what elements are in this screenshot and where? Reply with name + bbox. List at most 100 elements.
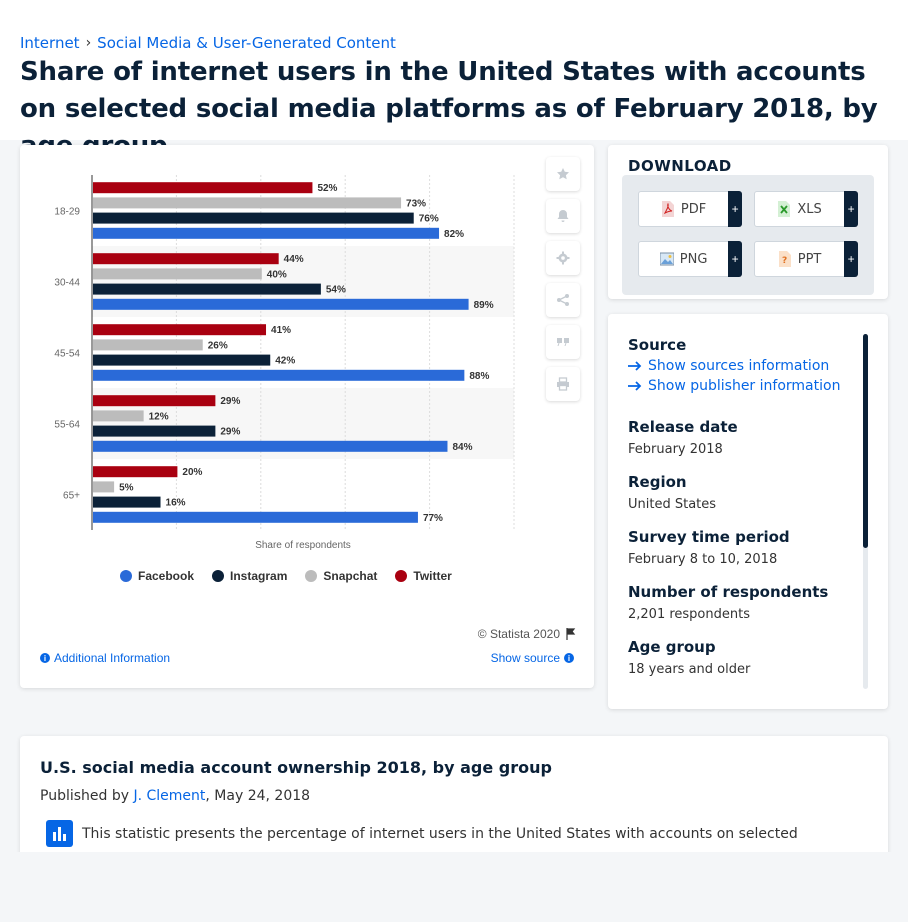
region-heading: Region bbox=[628, 473, 687, 491]
survey-heading: Survey time period bbox=[628, 528, 790, 546]
download-png-label: PNG bbox=[679, 251, 708, 267]
download-pdf-plus[interactable]: + bbox=[728, 191, 742, 227]
download-ppt-button[interactable]: ? PPT + bbox=[754, 241, 858, 277]
data-label: 20% bbox=[182, 467, 202, 478]
data-label: 41% bbox=[271, 325, 291, 336]
author-link[interactable]: J. Clement bbox=[133, 788, 205, 804]
favorite-button[interactable] bbox=[546, 157, 580, 191]
legend-item-snapchat[interactable]: Snapchat bbox=[305, 569, 377, 583]
published-by-label: Published by bbox=[40, 788, 130, 804]
star-icon bbox=[557, 168, 569, 180]
download-xls-button[interactable]: XLS + bbox=[754, 191, 858, 227]
data-label: 40% bbox=[267, 269, 287, 280]
region-value: United States bbox=[628, 497, 717, 512]
category-label: 65+ bbox=[63, 491, 80, 502]
settings-button[interactable] bbox=[546, 241, 580, 275]
copyright-text: © Statista 2020 bbox=[477, 627, 560, 641]
additional-info-link[interactable]: i Additional Information bbox=[40, 651, 170, 665]
print-button[interactable] bbox=[546, 367, 580, 401]
data-label: 29% bbox=[220, 427, 240, 438]
chart-tools bbox=[546, 157, 580, 401]
bar-instagram bbox=[93, 354, 271, 366]
legend-item-facebook[interactable]: Facebook bbox=[120, 569, 194, 583]
survey-section: Survey time period February 8 to 10, 201… bbox=[628, 528, 790, 567]
respondents-heading: Number of respondents bbox=[628, 583, 829, 601]
ppt-file-icon: ? bbox=[778, 251, 791, 267]
category-label: 55-64 bbox=[54, 420, 80, 431]
legend-dot-snapchat bbox=[305, 570, 318, 582]
bar-snapchat bbox=[93, 410, 144, 422]
data-label: 29% bbox=[220, 396, 240, 407]
data-label: 42% bbox=[275, 356, 295, 367]
bar-facebook bbox=[93, 369, 465, 381]
source-heading: Source bbox=[628, 336, 687, 354]
cite-button[interactable] bbox=[546, 325, 580, 359]
legend-item-instagram[interactable]: Instagram bbox=[212, 569, 287, 583]
survey-value: February 8 to 10, 2018 bbox=[628, 552, 778, 567]
data-label: 77% bbox=[423, 513, 443, 524]
bar-facebook bbox=[93, 227, 440, 239]
show-publisher-link[interactable]: Show publisher information bbox=[628, 378, 840, 394]
bar-twitter bbox=[93, 324, 267, 336]
region-section: Region United States bbox=[628, 473, 716, 512]
share-button[interactable] bbox=[546, 283, 580, 317]
category-label: 45-54 bbox=[54, 349, 80, 360]
data-label: 54% bbox=[326, 285, 346, 296]
notify-button[interactable] bbox=[546, 199, 580, 233]
download-xls-label: XLS bbox=[797, 201, 822, 217]
download-pdf-label: PDF bbox=[680, 201, 707, 217]
breadcrumb-social-media[interactable]: Social Media & User-Generated Content bbox=[97, 34, 396, 52]
download-pdf-button[interactable]: PDF + bbox=[638, 191, 742, 227]
chart-legend: Facebook Instagram Snapchat Twitter bbox=[120, 569, 452, 583]
download-xls-plus[interactable]: + bbox=[844, 191, 858, 227]
data-label: 44% bbox=[284, 254, 304, 265]
download-png-button[interactable]: PNG + bbox=[638, 241, 742, 277]
breadcrumb-internet[interactable]: Internet bbox=[20, 34, 80, 52]
breadcrumb-separator: › bbox=[85, 35, 92, 51]
category-label: 18-29 bbox=[54, 207, 80, 218]
data-label: 52% bbox=[317, 183, 337, 194]
legend-dot-twitter bbox=[395, 570, 408, 582]
respondents-section: Number of respondents 2,201 respondents bbox=[628, 583, 828, 622]
respondents-value: 2,201 respondents bbox=[628, 607, 750, 622]
bar-twitter bbox=[93, 466, 178, 478]
show-source-link[interactable]: Show source i bbox=[491, 651, 574, 665]
release-value: February 2018 bbox=[628, 442, 723, 457]
data-label: 84% bbox=[452, 442, 472, 453]
download-title: DOWNLOAD bbox=[628, 157, 732, 175]
publish-date: , May 24, 2018 bbox=[205, 788, 311, 804]
download-png-plus[interactable]: + bbox=[728, 241, 742, 277]
legend-label-facebook: Facebook bbox=[138, 569, 195, 583]
svg-text:?: ? bbox=[782, 256, 787, 266]
bar-instagram bbox=[93, 496, 161, 508]
show-sources-label: Show sources information bbox=[648, 358, 830, 374]
download-ppt-plus[interactable]: + bbox=[844, 241, 858, 277]
show-sources-link[interactable]: Show sources information bbox=[628, 358, 840, 374]
arrow-right-icon bbox=[628, 361, 642, 371]
footer-strip bbox=[0, 852, 908, 922]
show-source-label: Show source bbox=[490, 651, 560, 665]
data-label: 16% bbox=[166, 498, 186, 509]
quote-icon bbox=[557, 338, 569, 346]
age-value: 18 years and older bbox=[628, 662, 751, 677]
additional-info-label: Additional Information bbox=[54, 651, 171, 665]
bar-facebook bbox=[93, 440, 448, 452]
data-label: 26% bbox=[208, 340, 228, 351]
share-icon bbox=[557, 294, 569, 306]
age-heading: Age group bbox=[628, 638, 716, 656]
bar-snapchat bbox=[93, 481, 115, 493]
chart-card: 18-29 52% 73% 76% 82% 30-44 44% 40% 54% 89% 45-54 4… bbox=[20, 145, 594, 688]
bar-instagram bbox=[93, 212, 414, 224]
source-section: Source Show sources information Show pub… bbox=[628, 336, 840, 394]
scrollbar-thumb[interactable] bbox=[863, 334, 868, 548]
header-area: Internet › Social Media & User-Generated… bbox=[0, 0, 908, 161]
legend-item-twitter[interactable]: Twitter bbox=[395, 569, 452, 583]
bar-chart: 18-29 52% 73% 76% 82% 30-44 44% 40% 54% 89% 45-54 4… bbox=[54, 175, 515, 551]
download-ppt-label: PPT bbox=[797, 251, 822, 267]
flag-icon[interactable] bbox=[566, 628, 576, 640]
bar-twitter bbox=[93, 182, 313, 194]
bell-icon bbox=[557, 210, 569, 222]
release-heading: Release date bbox=[628, 418, 738, 436]
description-title: U.S. social media account ownership 2018… bbox=[40, 758, 552, 777]
bar-instagram bbox=[93, 425, 216, 437]
